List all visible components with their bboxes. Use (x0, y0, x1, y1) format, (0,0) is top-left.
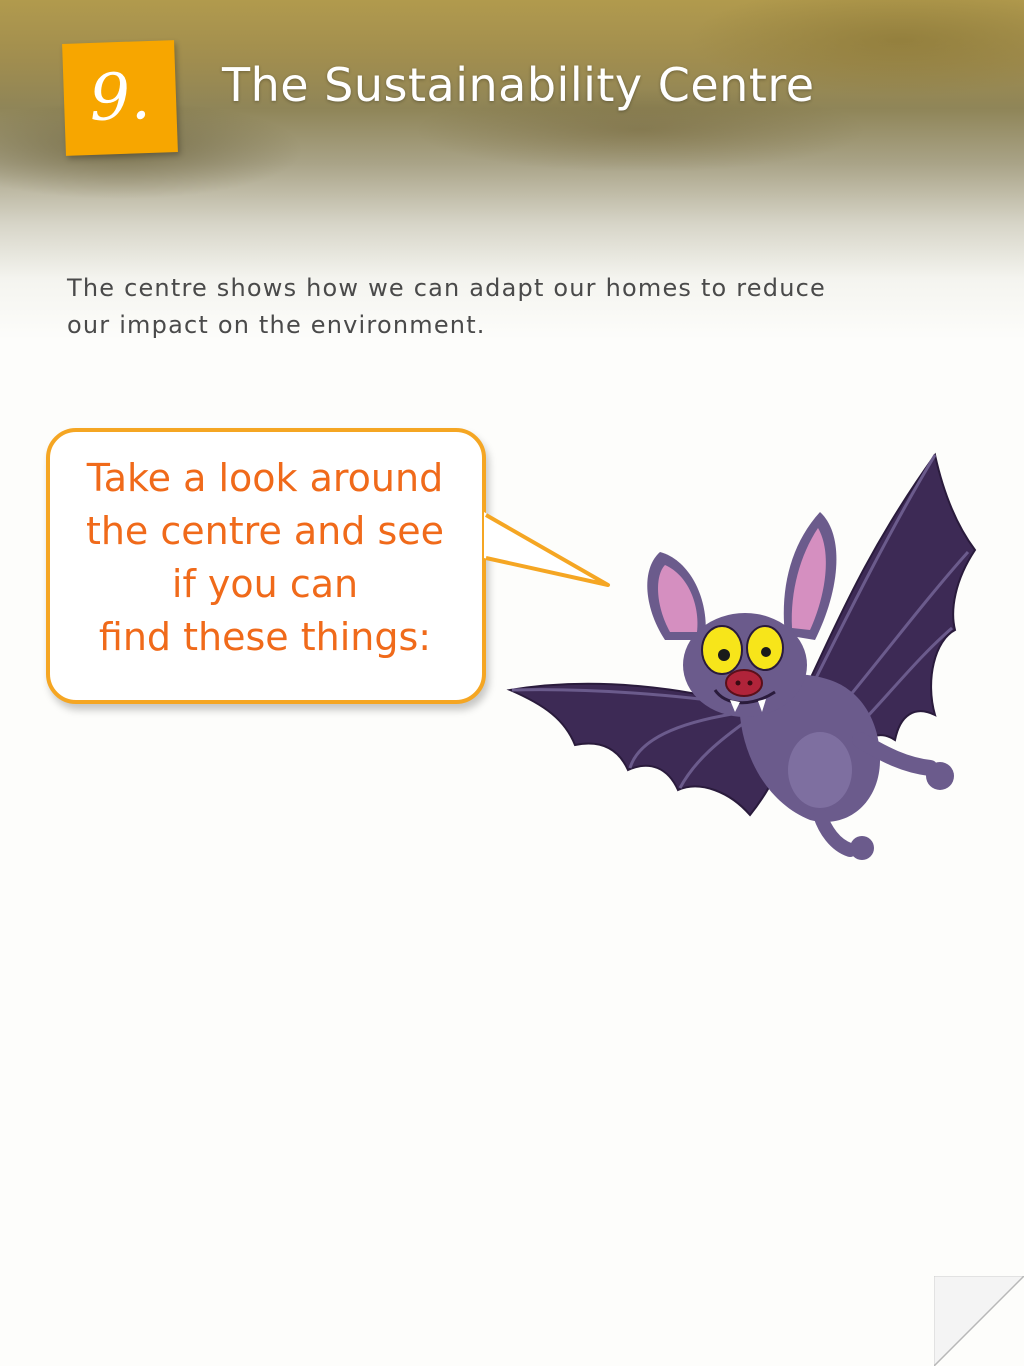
page-curl-icon[interactable] (934, 1276, 1024, 1366)
speech-bubble-text: Take a look around the centre and see if… (50, 452, 480, 664)
intro-text: The centre shows how we can adapt our ho… (67, 274, 826, 339)
speech-bubble-line: find these things: (98, 615, 432, 659)
speech-bubble-line: Take a look around (86, 456, 444, 500)
speech-bubble-line: the centre and see (85, 509, 445, 553)
bat-mascot-icon (506, 452, 977, 860)
section-number: 9. (88, 59, 152, 137)
page-title: The Sustainability Centre (222, 58, 815, 112)
speech-bubble-line: if you can (171, 562, 359, 606)
section-number-badge: 9. (62, 40, 178, 156)
